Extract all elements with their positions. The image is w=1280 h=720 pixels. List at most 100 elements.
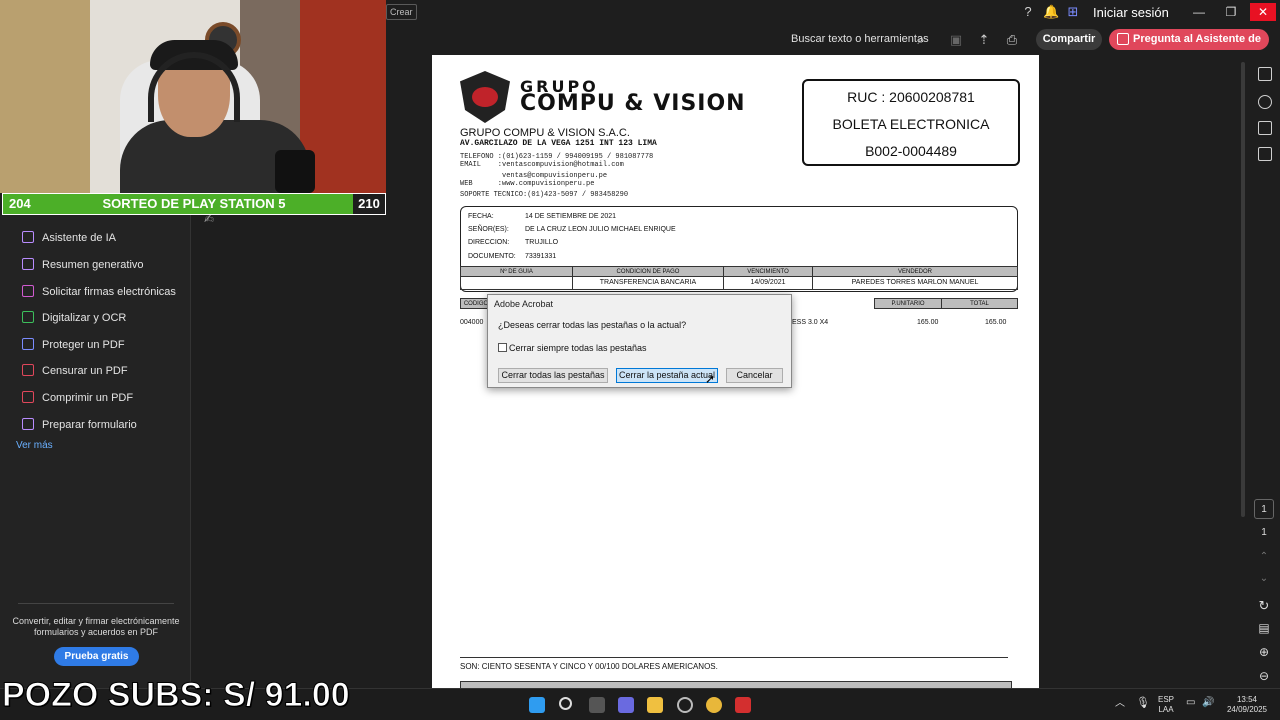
- chrome-icon[interactable]: [706, 697, 722, 713]
- comment-icon[interactable]: [1258, 95, 1272, 109]
- sidebar-item-ai-assistant[interactable]: Asistente de IA: [22, 231, 116, 244]
- company-name: GRUPO COMPU & VISION S.A.C.: [460, 127, 630, 139]
- sidebar-item-ocr[interactable]: Digitalizar y OCR: [22, 311, 126, 324]
- page-fit-icon[interactable]: ▤: [1252, 621, 1276, 635]
- table-header: VENDEDOR: [812, 266, 1018, 277]
- apps-grid-icon[interactable]: ⊞: [1065, 4, 1081, 20]
- crear-button[interactable]: Crear: [386, 4, 417, 20]
- banner-right-number: 210: [353, 194, 385, 214]
- notification-icon[interactable]: 🔔: [1043, 4, 1059, 20]
- page-current[interactable]: 1: [1252, 504, 1276, 515]
- search-tools-label[interactable]: Buscar texto o herramientas: [791, 33, 929, 45]
- close-all-tabs-button[interactable]: Cerrar todas las pestañas: [498, 368, 608, 383]
- sidebar-item-label: Preparar formulario: [42, 419, 137, 431]
- clock[interactable]: 13:54 24/09/2025: [1222, 695, 1272, 715]
- mouse-cursor-icon: ➚: [705, 372, 716, 386]
- volume-icon[interactable]: 🔊: [1202, 698, 1214, 708]
- banner-title: SORTEO DE PLAY STATION 5: [102, 196, 286, 211]
- sidebar-item-label: Solicitar firmas electrónicas: [42, 286, 176, 298]
- sidebar-item-protect[interactable]: Proteger un PDF: [22, 338, 125, 351]
- field-label: DIRECCION:: [468, 239, 510, 246]
- save-icon[interactable]: ▣: [948, 32, 964, 48]
- table-header: VENCIMIENTO: [723, 266, 813, 277]
- ai-panel-icon[interactable]: [1258, 67, 1272, 81]
- signin-link[interactable]: Iniciar sesión: [1093, 5, 1169, 20]
- search-icon[interactable]: ⌕: [913, 32, 929, 48]
- ai-assistant-button[interactable]: Pregunta al Asistente de IA: [1109, 29, 1269, 66]
- item-code: 004000: [460, 319, 484, 326]
- mic-tray-icon[interactable]: 🎙: [1136, 698, 1150, 709]
- language-indicator[interactable]: ESP LAA: [1158, 695, 1174, 715]
- acrobat-icon[interactable]: [735, 697, 751, 713]
- close-button[interactable]: ✕: [1250, 3, 1276, 21]
- summary-icon: [22, 258, 34, 270]
- copilot-icon[interactable]: [618, 697, 634, 713]
- company-address: AV.GARCILAZO DE LA VEGA 1251 INT 123 LIM…: [460, 139, 657, 148]
- free-trial-button[interactable]: Prueba gratis: [54, 647, 139, 666]
- company-logo-icon: [460, 71, 510, 123]
- sidebar-item-label: Resumen generativo: [42, 259, 144, 271]
- ai-chat-icon: [1117, 33, 1129, 45]
- sidebar-item-redact[interactable]: Censurar un PDF: [22, 364, 128, 377]
- close-current-tab-button[interactable]: Cerrar la pestaña actual: [616, 368, 718, 383]
- table-header: TOTAL: [941, 298, 1018, 309]
- divider: [18, 603, 174, 604]
- table-cell: TRANSFERENCIA BANCARIA: [572, 277, 724, 290]
- form-icon: [22, 418, 34, 430]
- minimize-button[interactable]: —: [1186, 3, 1212, 21]
- field-label: SEÑOR(ES):: [468, 226, 509, 233]
- sidebar-item-summary[interactable]: Resumen generativo: [22, 258, 144, 271]
- tray-chevron-icon[interactable]: ︿: [1115, 699, 1125, 709]
- subs-pot-overlay: POZO SUBS: S/ 91.00: [2, 676, 351, 715]
- company-email: EMAIL :ventascompuvision@hotmail.com: [460, 161, 624, 169]
- ruc-number: RUC : 20600208781: [847, 89, 975, 105]
- zoom-in-icon[interactable]: ⊕: [1252, 645, 1276, 659]
- dialog-message: ¿Deseas cerrar todas las pestañas o la a…: [498, 320, 687, 330]
- redact-icon: [22, 364, 34, 376]
- cancel-button[interactable]: Cancelar: [726, 368, 783, 383]
- table-header: P.UNITARIO: [874, 298, 942, 309]
- obs-icon[interactable]: [677, 697, 693, 713]
- sidebar-item-form[interactable]: Preparar formulario: [22, 418, 137, 431]
- print-icon[interactable]: ⎙: [1004, 32, 1020, 48]
- sidebar-item-label: Proteger un PDF: [42, 339, 125, 351]
- microphone-icon: [275, 150, 315, 193]
- vertical-scrollbar[interactable]: [1241, 62, 1245, 517]
- rotate-icon[interactable]: ↻: [1252, 598, 1276, 614]
- share-button[interactable]: Compartir: [1036, 29, 1102, 50]
- page-up-icon[interactable]: ⌃: [1252, 551, 1276, 562]
- windows-start-icon[interactable]: [529, 697, 545, 713]
- table-cell: [460, 277, 573, 290]
- sidebar-item-label: Asistente de IA: [42, 232, 116, 244]
- sidebar-item-label: Censurar un PDF: [42, 365, 128, 377]
- always-close-label[interactable]: Cerrar siempre todas las pestañas: [509, 343, 647, 353]
- always-close-checkbox[interactable]: [498, 343, 507, 352]
- tools-sidebar: Asistente de IA Resumen generativo Solic…: [0, 215, 191, 688]
- ai-assistant-icon: [22, 231, 34, 243]
- clock-time: 13:54: [1236, 695, 1258, 704]
- network-icon[interactable]: ▭: [1186, 698, 1195, 708]
- restore-button[interactable]: ❐: [1218, 3, 1244, 21]
- help-icon[interactable]: ?: [1020, 4, 1036, 20]
- clock-date: 24/09/2025: [1226, 705, 1268, 714]
- bookmark-icon[interactable]: [1258, 121, 1272, 135]
- page-down-icon[interactable]: ⌄: [1252, 573, 1276, 584]
- divider: [460, 657, 1008, 658]
- upload-cloud-icon[interactable]: ⇡: [976, 32, 992, 48]
- promo-text: Convertir, editar y firmar electrónicame…: [12, 616, 180, 637]
- field-value: TRUJILLO: [525, 239, 559, 246]
- protect-icon: [22, 338, 34, 350]
- see-more-link[interactable]: Ver más: [16, 440, 53, 451]
- totals-header: [460, 681, 1012, 688]
- item-total: 165.00: [985, 319, 1007, 326]
- copy-pages-icon[interactable]: [1258, 147, 1272, 161]
- sidebar-item-compress[interactable]: Comprimir un PDF: [22, 391, 133, 404]
- dialog-title: Adobe Acrobat: [494, 299, 554, 309]
- giveaway-banner: 204 SORTEO DE PLAY STATION 5 210: [2, 193, 386, 215]
- task-view-icon[interactable]: [589, 697, 605, 713]
- taskbar-search-icon[interactable]: [559, 697, 572, 710]
- item-unit-price: 165.00: [917, 319, 939, 326]
- file-explorer-icon[interactable]: [647, 697, 663, 713]
- sidebar-item-signatures[interactable]: Solicitar firmas electrónicas: [22, 285, 176, 298]
- zoom-out-icon[interactable]: ⊖: [1252, 669, 1276, 683]
